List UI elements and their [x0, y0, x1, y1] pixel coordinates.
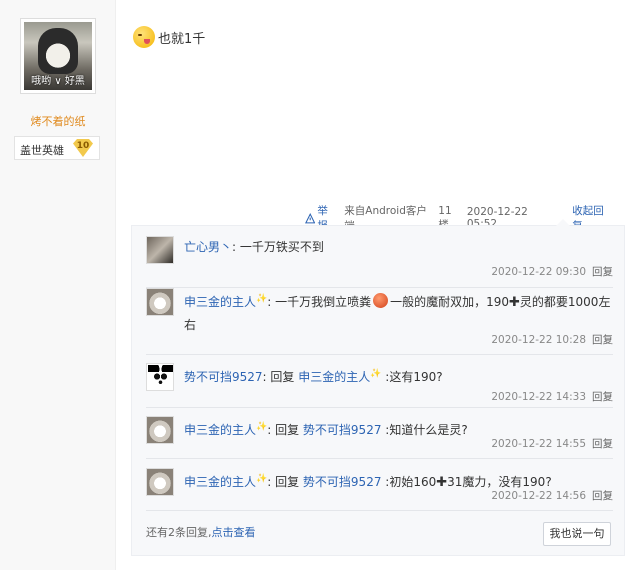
say-something-button[interactable]: 我也说一句 [543, 522, 611, 546]
reply-username[interactable]: 亡心男丶 [184, 240, 232, 254]
reply-time: 2020-12-22 10:28 [491, 334, 586, 346]
panda-avatar[interactable] [146, 363, 174, 391]
reply-button[interactable]: 回复 [592, 438, 613, 450]
list-item: 势不可挡9527: 回复 申三金的主人✨ :这有190? 2020-12-22 … [146, 363, 613, 419]
blood-emoji-icon [373, 293, 389, 308]
post-text: 也就1千 [158, 31, 206, 47]
reply-text: :初始160 [381, 475, 437, 489]
reply-time: 2020-12-22 14:56 [491, 490, 586, 502]
more-replies-text: 还有2条回复, [146, 526, 212, 539]
reply-username[interactable]: 申三金的主人 [184, 295, 256, 309]
reply-button[interactable]: 回复 [592, 490, 613, 502]
cat-avatar[interactable] [146, 288, 174, 316]
plus-icon: ✚ [509, 295, 520, 310]
more-replies: 还有2条回复,点击查看 [146, 524, 256, 540]
sparkle-icon: ✨ [256, 422, 268, 432]
reply-meta: 2020-12-22 14:55 回复 [491, 436, 613, 451]
user-sidebar: 哦哟 ∨ 好黑 烤不着的纸 盖世英雄 10 [0, 0, 116, 570]
reply-username[interactable]: 申三金的主人 [184, 475, 256, 489]
sparkle-icon: ✨ [256, 474, 268, 484]
reply-time: 2020-12-22 14:55 [491, 438, 586, 450]
post-content: 也就1千 [133, 22, 205, 52]
reply-meta: 2020-12-22 09:30 回复 [491, 264, 613, 279]
rank-badge-box[interactable]: 盖世英雄 10 [14, 136, 100, 160]
rank-level-icon: 10 [73, 139, 93, 157]
reply-text: 一般的魔耐双加，190 [390, 295, 509, 309]
divider [146, 407, 613, 408]
plus-icon: ✚ [436, 475, 448, 490]
reply-text: 31魔力，没有190? [447, 475, 552, 489]
reply-word: : 回复 [267, 475, 300, 489]
reply-username[interactable]: 申三金的主人 [184, 423, 256, 437]
list-item: 申三金的主人✨: 回复 势不可挡9527 :知道什么是灵? 2020-12-22… [146, 416, 613, 472]
reply-target-username[interactable]: 势不可挡9527 [303, 475, 382, 489]
reply-target-username[interactable]: 申三金的主人 [298, 370, 370, 384]
cat-avatar[interactable] [146, 468, 174, 496]
reply-username[interactable]: 势不可挡9527 [184, 370, 263, 384]
reply-button[interactable]: 回复 [592, 334, 613, 346]
reply-button[interactable]: 回复 [592, 391, 613, 403]
reply-text: : 一千万铁买不到 [232, 240, 324, 254]
list-item: 申三金的主人✨: 回复 势不可挡9527 :初始160✚31魔力，没有190? … [146, 468, 613, 518]
reply-word: : 回复 [267, 423, 300, 437]
user-avatar[interactable]: 哦哟 ∨ 好黑 [20, 18, 96, 94]
dog-avatar[interactable] [146, 236, 174, 264]
husky-avatar-image: 哦哟 ∨ 好黑 [24, 22, 92, 90]
reply-list: 亡心男丶: 一千万铁买不到 2020-12-22 09:30 回复 申三金的主人✨… [131, 219, 625, 556]
reply-target-username[interactable]: 势不可挡9527 [303, 423, 382, 437]
reply-meta: 2020-12-22 10:28 回复 [491, 332, 613, 347]
reply-text: :这有190? [381, 370, 443, 384]
sparkle-icon: ✨ [256, 294, 268, 304]
report-icon [305, 212, 316, 223]
reply-meta: 2020-12-22 14:56 回复 [491, 488, 613, 503]
divider [146, 510, 613, 511]
view-more-link[interactable]: 点击查看 [212, 526, 256, 539]
cat-avatar[interactable] [146, 416, 174, 444]
reply-button[interactable]: 回复 [592, 266, 613, 278]
reply-time: 2020-12-22 14:33 [491, 391, 586, 403]
avatar-caption: 哦哟 ∨ 好黑 [31, 76, 85, 87]
reply-meta: 2020-12-22 14:33 回复 [491, 389, 613, 404]
reply-time: 2020-12-22 09:30 [491, 266, 586, 278]
reply-body: 申三金的主人✨: 一千万我倒立喷粪 一般的魔耐双加，190✚灵的都要1000左右 [184, 288, 613, 336]
reply-word: : 回复 [262, 370, 295, 384]
reply-text: :知道什么是灵? [381, 423, 468, 437]
divider [146, 354, 613, 355]
reply-body: 亡心男丶: 一千万铁买不到 [184, 236, 613, 258]
sparkle-icon: ✨ [370, 369, 382, 379]
list-item: 申三金的主人✨: 一千万我倒立喷粪 一般的魔耐双加，190✚灵的都要1000左右 … [146, 288, 613, 362]
list-item: 亡心男丶: 一千万铁买不到 2020-12-22 09:30 回复 [146, 236, 613, 288]
user-name-link[interactable]: 烤不着的纸 [0, 113, 116, 129]
grin-tongue-emoji-icon [133, 26, 155, 48]
divider [146, 458, 613, 459]
rank-title: 盖世英雄 [20, 144, 64, 157]
reply-body: 势不可挡9527: 回复 申三金的主人✨ :这有190? [184, 363, 613, 388]
reply-text: : 一千万我倒立喷粪 [267, 295, 372, 309]
